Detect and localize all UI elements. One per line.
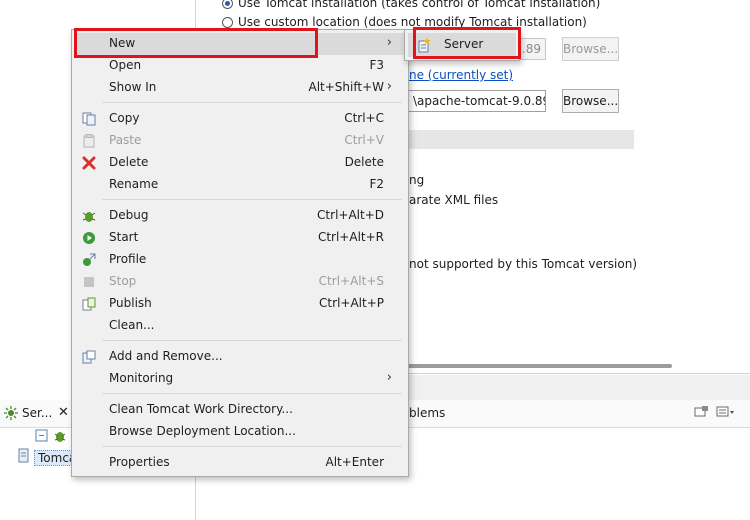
menu-item-label: Rename xyxy=(109,177,159,191)
chevron-right-icon: › xyxy=(386,370,392,385)
context-menu: New › Open F3 Show In Alt+Shift+W › Copy… xyxy=(71,29,409,477)
menu-item-label: Paste xyxy=(109,133,142,147)
menu-item-paste[interactable]: Paste Ctrl+V xyxy=(74,130,406,152)
menu-item-label: Browse Deployment Location... xyxy=(109,424,296,438)
menu-item-copy[interactable]: Copy Ctrl+C xyxy=(74,108,406,130)
submenu-item-label: Server xyxy=(444,37,484,51)
menu-item-show-in[interactable]: Show In Alt+Shift+W › xyxy=(74,77,406,99)
add-remove-icon xyxy=(81,349,97,365)
menu-item-stop[interactable]: Stop Ctrl+Alt+S xyxy=(74,271,406,293)
radio-checked-icon xyxy=(222,0,233,9)
menu-item-label: New xyxy=(109,36,136,50)
menu-separator xyxy=(102,393,402,394)
menu-item-profile[interactable]: Profile xyxy=(74,249,406,271)
menu-item-clean[interactable]: Clean... xyxy=(74,315,406,337)
menu-item-label: Delete xyxy=(109,155,149,169)
chevron-right-icon: › xyxy=(386,35,392,50)
menu-item-accelerator: Ctrl+Alt+S xyxy=(318,274,384,288)
radio-use-tomcat-installation[interactable]: Use Tomcat installation (takes control o… xyxy=(222,0,600,12)
menu-item-accelerator: Ctrl+Alt+D xyxy=(317,208,384,222)
option-text-1: ng xyxy=(409,173,425,187)
chevron-right-icon: › xyxy=(386,79,392,94)
menu-item-accelerator: F2 xyxy=(369,177,384,191)
section-header-band xyxy=(396,130,634,149)
profile-icon xyxy=(81,252,97,268)
menu-item-add-and-remove[interactable]: Add and Remove... xyxy=(74,346,406,368)
menu-item-open[interactable]: Open F3 xyxy=(74,55,406,77)
menu-item-label: Profile xyxy=(109,252,147,266)
menu-item-rename[interactable]: Rename F2 xyxy=(74,174,406,196)
menu-item-label: Debug xyxy=(109,208,149,222)
delete-icon xyxy=(81,155,97,171)
menu-separator xyxy=(102,102,402,103)
menu-item-label: Open xyxy=(109,58,142,72)
horizontal-scrollbar[interactable] xyxy=(396,364,672,368)
servers-view-icon xyxy=(4,406,18,423)
menu-item-accelerator: Ctrl+Alt+R xyxy=(317,230,384,244)
menu-item-publish[interactable]: Publish Ctrl+Alt+P xyxy=(74,293,406,315)
collapse-icon[interactable] xyxy=(35,429,49,446)
menu-item-new[interactable]: New › xyxy=(74,33,406,55)
menu-item-label: Clean... xyxy=(109,318,155,332)
menu-item-accelerator: Alt+Shift+W xyxy=(308,80,385,94)
menu-item-start[interactable]: Start Ctrl+Alt+R xyxy=(74,227,406,249)
menu-item-label: Add and Remove... xyxy=(109,349,223,363)
debug-bug-icon[interactable] xyxy=(53,429,67,446)
deploy-path-field[interactable]: \apache-tomcat-9.0.89\ xyxy=(408,90,546,112)
radio-unchecked-icon xyxy=(222,16,233,28)
menu-item-label: Stop xyxy=(109,274,137,288)
menu-item-browse-deployment-location[interactable]: Browse Deployment Location... xyxy=(74,421,406,443)
menu-item-accelerator: F3 xyxy=(369,58,384,72)
tab-servers[interactable]: Ser... xyxy=(22,406,52,420)
menu-item-properties[interactable]: Properties Alt+Enter xyxy=(74,452,406,474)
menu-item-accelerator: Ctrl+V xyxy=(344,133,384,147)
menu-item-label: Properties xyxy=(109,455,170,469)
radio-label: Use Tomcat installation (takes control o… xyxy=(238,0,601,10)
minimize-icon[interactable] xyxy=(716,405,736,419)
menu-item-accelerator: Ctrl+C xyxy=(344,111,384,125)
close-icon[interactable]: ✕ xyxy=(58,405,69,420)
browse-server-path-button[interactable]: Browse... xyxy=(562,37,619,61)
menu-item-label: Publish xyxy=(109,296,152,310)
menu-item-debug[interactable]: Debug Ctrl+Alt+D xyxy=(74,205,406,227)
menu-item-monitoring[interactable]: Monitoring › xyxy=(74,368,406,390)
menu-item-label: Start xyxy=(109,230,139,244)
radio-label: Use custom location (does not modify Tom… xyxy=(238,15,587,29)
browse-deploy-path-button[interactable]: Browse... xyxy=(562,89,619,113)
new-submenu: Server xyxy=(404,29,520,61)
new-server-icon xyxy=(416,37,432,53)
tab-problems[interactable]: blems xyxy=(409,406,445,420)
view-menu-icon[interactable] xyxy=(694,405,710,419)
menu-separator xyxy=(102,199,402,200)
menu-item-accelerator: Ctrl+Alt+P xyxy=(319,296,384,310)
menu-item-accelerator: Alt+Enter xyxy=(325,455,384,469)
tree-toolbar xyxy=(35,429,67,446)
menu-item-delete[interactable]: Delete Delete xyxy=(74,152,406,174)
publish-icon xyxy=(81,296,97,312)
menu-item-accelerator: Delete xyxy=(344,155,384,169)
menu-separator xyxy=(102,446,402,447)
debug-icon xyxy=(81,208,97,224)
option-text-2: arate XML files xyxy=(409,193,499,207)
menu-item-label: Copy xyxy=(109,111,140,125)
start-icon xyxy=(81,230,97,246)
menu-item-label: Monitoring xyxy=(109,371,174,385)
version-note: not supported by this Tomcat version) xyxy=(409,257,638,271)
paste-icon xyxy=(81,133,97,149)
menu-item-label: Clean Tomcat Work Directory... xyxy=(109,402,293,416)
submenu-item-server[interactable]: Server xyxy=(408,33,516,57)
copy-icon xyxy=(81,111,97,127)
stop-icon xyxy=(81,274,97,290)
menu-separator xyxy=(102,340,402,341)
menu-item-clean-tomcat-work-directory[interactable]: Clean Tomcat Work Directory... xyxy=(74,399,406,421)
currently-set-link[interactable]: ne (currently set) xyxy=(409,68,513,82)
menu-item-label: Show In xyxy=(109,80,157,94)
server-icon xyxy=(17,448,31,467)
